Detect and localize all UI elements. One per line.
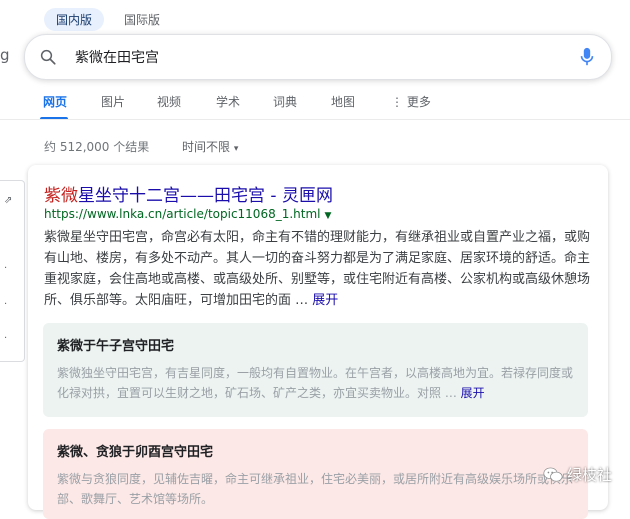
watermark-text: 绿枝社 <box>566 466 612 484</box>
search-box <box>24 34 612 80</box>
result-url[interactable]: https://www.lnka.cn/article/topic11068_1… <box>44 207 331 221</box>
result-snippet: 紫微星坐守田宅宫，命宫必有太阳，命主有不错的理财能力，有继承祖业或自置产业之福，… <box>44 227 596 311</box>
caret-down-icon: ▾ <box>233 144 239 154</box>
watermark: 绿枝社 <box>543 464 612 485</box>
nav-images[interactable]: 图片 <box>101 93 125 110</box>
time-filter-label: 时间不限 <box>182 140 231 154</box>
sub-card-1: 紫微于午子宫守田宅 紫微独坐守田宅宫，有吉星同度，一般均有自置物业。在午宫者，以… <box>43 323 588 417</box>
logo-fragment[interactable]: g <box>0 46 10 64</box>
caret-down-icon[interactable]: ▼ <box>325 211 332 221</box>
left-panel-dot: · <box>4 299 8 310</box>
sub-card-text: 紫微与贪狼同度，见辅佐吉曜，命主可继承祖业，住宅必美丽，或居所附近有高级娱乐场所… <box>57 472 574 506</box>
left-panel-dot: · <box>4 263 8 274</box>
sub-card-title[interactable]: 紫微于午子宫守田宅 <box>57 335 174 354</box>
search-input[interactable] <box>73 48 547 66</box>
nav-more-label: 更多 <box>406 95 431 109</box>
search-result-card: 紫微星坐守十二宫——田宅宫 - 灵匣网 https://www.lnka.cn/… <box>28 165 608 519</box>
nav-academic[interactable]: 学术 <box>216 93 240 110</box>
region-tabs: 国内版 国际版 <box>44 8 172 31</box>
result-title-text: 星坐守十二宫——田宅宫 - 灵匣网 <box>78 186 333 206</box>
time-filter-dropdown[interactable]: 时间不限 ▾ <box>182 138 238 155</box>
wechat-icon <box>543 467 563 482</box>
left-panel: ⇗ · · · <box>0 180 25 362</box>
region-tab-international[interactable]: 国际版 <box>112 8 172 31</box>
more-vert-icon: ⋮ <box>391 95 403 109</box>
search-icon[interactable] <box>39 48 57 66</box>
microphone-icon[interactable] <box>579 47 595 67</box>
nav-dictionary[interactable]: 词典 <box>273 93 297 110</box>
region-tab-domestic[interactable]: 国内版 <box>44 8 105 31</box>
expand-link[interactable]: 展开 <box>461 386 485 400</box>
nav-videos[interactable]: 视频 <box>157 93 181 110</box>
result-url-text: https://www.lnka.cn/article/topic11068_1… <box>44 207 321 221</box>
sub-card-2: 紫微、贪狼于卯酉宫守田宅 紫微与贪狼同度，见辅佐吉曜，命主可继承祖业，住宅必美丽… <box>43 429 588 519</box>
nav-more[interactable]: ⋮ 更多 <box>391 93 431 110</box>
expand-link[interactable]: 展开 <box>312 293 338 308</box>
left-panel-dot: · <box>4 333 8 344</box>
external-link-icon[interactable]: ⇗ <box>4 195 12 206</box>
nav-web[interactable]: 网页 <box>43 93 67 110</box>
sub-card-text-body: 紫微独坐守田宅宫，有吉星同度，一般均有自置物业。在午宫者，以高楼高地为宜。若禄存… <box>57 366 574 400</box>
result-stats: 约 512,000 个结果 <box>44 140 150 154</box>
result-title-highlight: 紫微 <box>44 186 78 206</box>
nav-maps[interactable]: 地图 <box>331 93 355 110</box>
result-title-link[interactable]: 紫微星坐守十二宫——田宅宫 - 灵匣网 <box>44 181 333 206</box>
search-nav: 网页 图片 视频 学术 词典 地图 ⋮ 更多 <box>0 93 630 120</box>
sub-card-text: 紫微独坐守田宅宫，有吉星同度，一般均有自置物业。在午宫者，以高楼高地为宜。若禄存… <box>57 363 577 403</box>
sub-card-title[interactable]: 紫微、贪狼于卯酉宫守田宅 <box>57 441 213 460</box>
nav-divider <box>0 119 630 120</box>
